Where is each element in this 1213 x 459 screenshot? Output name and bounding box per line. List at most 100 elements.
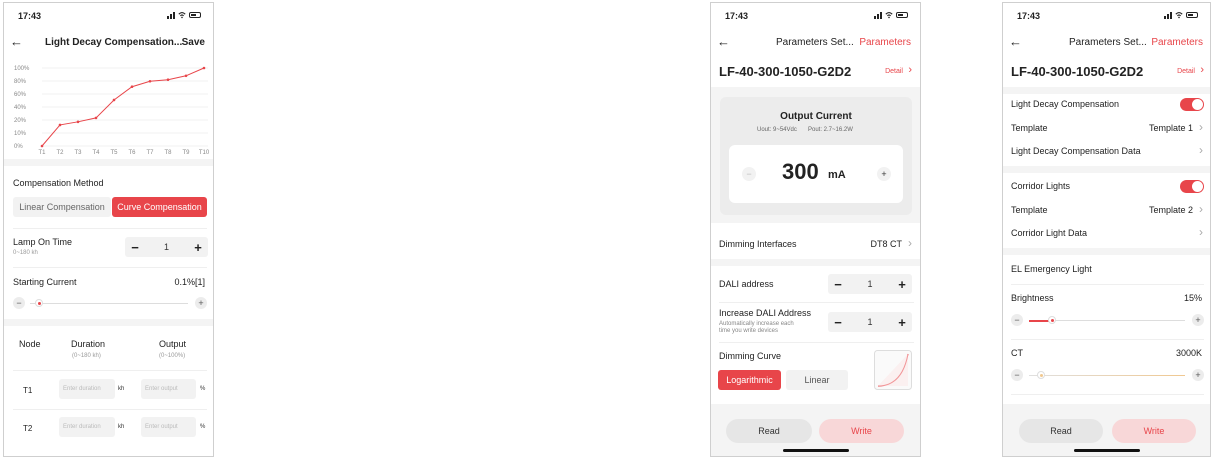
output-range: (0~100%) <box>159 353 186 359</box>
output-unit: % <box>200 424 206 430</box>
light-decay-toggle[interactable] <box>1180 98 1204 111</box>
ct-slider[interactable] <box>1029 371 1185 379</box>
status-time: 17:43 <box>725 11 749 21</box>
chevron-right-icon[interactable]: › <box>1199 202 1203 216</box>
chevron-right-icon[interactable]: › <box>1199 225 1203 239</box>
wifi-icon <box>1175 12 1183 19</box>
dimming-interfaces-value[interactable]: DT8 CT <box>871 239 903 249</box>
dali-address-stepper[interactable]: − 1 + <box>828 274 912 294</box>
nav-bar: ← Parameters Set... Parameters <box>711 33 920 53</box>
duration-range: (0~180 kh) <box>72 353 101 359</box>
linear-button[interactable]: Linear <box>786 370 848 390</box>
signal-icon <box>874 11 882 19</box>
duration-unit: kh <box>118 386 125 392</box>
decrease-icon[interactable]: − <box>13 297 25 309</box>
minus-icon[interactable]: − <box>828 315 848 330</box>
chevron-right-icon[interactable]: › <box>908 64 912 76</box>
decrease-icon[interactable]: − <box>1011 369 1023 381</box>
back-arrow-icon[interactable]: ← <box>1009 34 1022 49</box>
chart-x-tick-label: T8 <box>164 150 172 156</box>
template-value[interactable]: Template 2 <box>1149 205 1193 215</box>
minus-icon[interactable]: − <box>125 240 145 255</box>
brightness-label: Brightness <box>1011 293 1054 303</box>
minus-icon[interactable]: − <box>828 277 848 292</box>
chart-point <box>202 66 206 70</box>
read-button[interactable]: Read <box>1019 419 1103 443</box>
status-icons <box>1164 11 1198 19</box>
template-value[interactable]: Template 1 <box>1149 123 1193 133</box>
read-button[interactable]: Read <box>726 419 812 443</box>
write-button[interactable]: Write <box>1112 419 1196 443</box>
chart-point <box>76 120 80 124</box>
slider-handle[interactable] <box>35 299 43 307</box>
duration-input[interactable]: Enter duration <box>59 379 115 399</box>
ct-slider-handle[interactable] <box>1037 371 1046 379</box>
page-title: Parameters Set... <box>776 37 854 48</box>
write-button[interactable]: Write <box>819 419 904 443</box>
dali-address-value[interactable]: 1 <box>848 279 892 289</box>
brightness-value: 15% <box>1183 293 1202 303</box>
pout-text: Pout: 2.7~16.2W <box>808 127 853 133</box>
brightness-slider[interactable] <box>1029 316 1185 324</box>
detail-link[interactable]: Detail <box>1177 68 1195 75</box>
status-bar: 17:43 <box>4 11 213 23</box>
decrease-current-icon[interactable]: − <box>742 167 756 181</box>
chevron-right-icon[interactable]: › <box>1199 120 1203 134</box>
template-label: Template <box>1011 205 1048 215</box>
output-input[interactable]: Enter output <box>141 379 196 399</box>
duration-unit: kh <box>118 424 125 430</box>
output-input[interactable]: Enter output <box>141 417 196 437</box>
chart-point <box>40 144 44 148</box>
back-arrow-icon[interactable]: ← <box>717 34 730 49</box>
lamp-on-time-value[interactable]: 1 <box>145 242 188 252</box>
dimming-curve-label: Dimming Curve <box>719 351 782 361</box>
duration-input[interactable]: Enter duration <box>59 417 115 437</box>
increase-icon[interactable]: + <box>1192 369 1204 381</box>
corridor-light-data-label[interactable]: Corridor Light Data <box>1011 228 1087 238</box>
curve-compensation-button[interactable]: Curve Compensation <box>112 197 207 217</box>
detail-link[interactable]: Detail <box>885 68 903 75</box>
increase-dali-value[interactable]: 1 <box>848 317 892 327</box>
logarithmic-button[interactable]: Logarithmic <box>718 370 781 390</box>
chart-point <box>130 85 134 89</box>
status-time: 17:43 <box>18 11 42 21</box>
light-decay-data-label[interactable]: Light Decay Compensation Data <box>1011 146 1141 156</box>
increase-dali-stepper[interactable]: − 1 + <box>828 312 912 332</box>
decay-curve-chart: 100% 80% 60% 40% 20% 10% 0% T1 T2 T3 T4 T5 T6 T7 T8 T9 T… <box>14 66 210 156</box>
chevron-right-icon[interactable]: › <box>908 236 912 250</box>
starting-current-slider[interactable] <box>30 303 188 304</box>
parameters-link[interactable]: Parameters <box>859 37 911 48</box>
chevron-right-icon[interactable]: › <box>1200 64 1204 76</box>
increase-icon[interactable]: + <box>195 297 207 309</box>
chart-x-tick-label: T3 <box>74 150 82 156</box>
output-current-control: − 300 mA + <box>729 145 903 203</box>
increase-icon[interactable]: + <box>1192 314 1204 326</box>
status-bar: 17:43 <box>1003 11 1210 23</box>
back-arrow-icon[interactable]: ← <box>10 34 23 49</box>
battery-icon <box>1186 12 1198 18</box>
increase-dali-sub1: Automatically increase each <box>719 321 794 327</box>
lamp-on-time-stepper[interactable]: − 1 + <box>125 237 208 257</box>
chart-y-tick-label: 20% <box>14 118 27 124</box>
increase-current-icon[interactable]: + <box>877 167 891 181</box>
plus-icon[interactable]: + <box>892 277 912 292</box>
decrease-icon[interactable]: − <box>1011 314 1023 326</box>
chart-point <box>94 116 98 120</box>
lamp-on-time-label: Lamp On Time <box>13 237 73 247</box>
chevron-right-icon[interactable]: › <box>1199 143 1203 157</box>
brightness-slider-handle[interactable] <box>1048 316 1057 324</box>
corridor-lights-toggle[interactable] <box>1180 180 1204 193</box>
plus-icon[interactable]: + <box>892 315 912 330</box>
parameters-link[interactable]: Parameters <box>1151 37 1203 48</box>
phone-screen-parameters-settings: 17:43 ← Parameters Set... Parameters LF-… <box>1002 2 1211 457</box>
chart-x-tick-label: T9 <box>182 150 190 156</box>
chart-point <box>148 79 152 83</box>
save-button[interactable]: Save <box>182 37 205 48</box>
chart-y-tick-label: 60% <box>14 92 27 98</box>
curve-preview-icon <box>874 350 912 390</box>
template-label: Template <box>1011 123 1048 133</box>
ct-label: CT <box>1011 348 1023 358</box>
el-emergency-label: EL Emergency Light <box>1011 264 1092 274</box>
linear-compensation-button[interactable]: Linear Compensation <box>13 197 111 217</box>
plus-icon[interactable]: + <box>188 240 208 255</box>
